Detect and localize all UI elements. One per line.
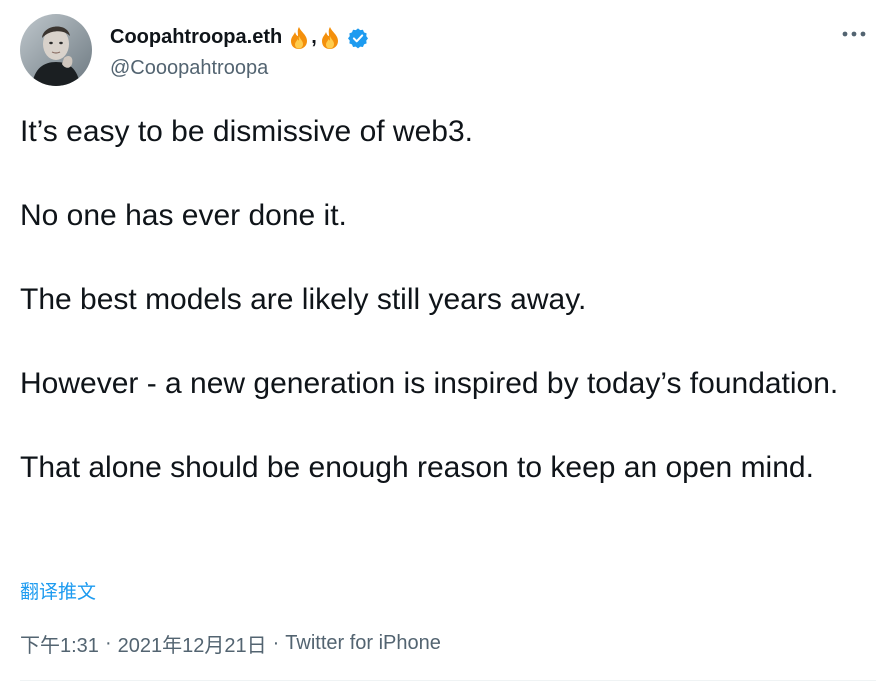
author-names: Coopahtroopa.eth , @Cooopahtroopa xyxy=(110,21,369,80)
tweet-paragraph: It’s easy to be dismissive of web3. xyxy=(20,115,473,148)
display-name[interactable]: Coopahtroopa.eth xyxy=(110,26,282,49)
tweet-metadata: 下午1:31 · 2021年12月21日 · Twitter for iPhon… xyxy=(20,629,441,658)
more-options-icon[interactable] xyxy=(840,24,868,44)
translate-tweet-link[interactable]: 翻译推文 xyxy=(20,577,96,604)
name-emoji-separator: , xyxy=(311,26,317,48)
tweet: Coopahtroopa.eth , @Cooopahtroopa It’s e… xyxy=(0,0,896,682)
name-row: Coopahtroopa.eth , xyxy=(110,21,369,55)
divider xyxy=(20,680,876,681)
tweet-paragraph: However - a new generation is inspired b… xyxy=(20,367,839,400)
meta-separator: · xyxy=(272,632,280,654)
avatar[interactable] xyxy=(20,14,92,86)
meta-separator: · xyxy=(104,632,112,654)
tweet-paragraph: The best models are likely still years a… xyxy=(20,283,587,316)
tweet-date[interactable]: 2021年12月21日 xyxy=(118,629,267,658)
tweet-paragraph: That alone should be enough reason to ke… xyxy=(20,451,814,484)
fire-emoji-icon xyxy=(319,26,341,50)
tweet-header: Coopahtroopa.eth , @Cooopahtroopa xyxy=(20,14,369,86)
verified-badge-icon xyxy=(347,27,368,48)
tweet-source[interactable]: Twitter for iPhone xyxy=(285,632,441,655)
tweet-text: It’s easy to be dismissive of web3. No o… xyxy=(20,111,870,489)
tweet-paragraph: No one has ever done it. xyxy=(20,199,347,232)
fire-emoji-icon xyxy=(288,26,310,50)
author-handle[interactable]: @Cooopahtroopa xyxy=(110,57,369,80)
tweet-time[interactable]: 下午1:31 xyxy=(20,629,99,658)
